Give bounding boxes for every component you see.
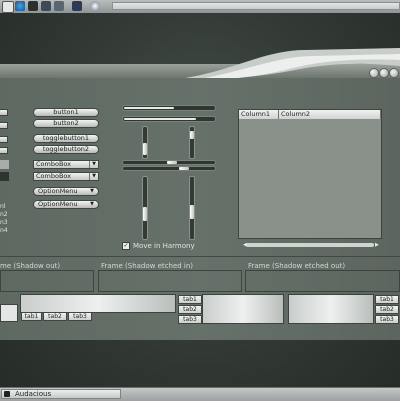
browser-icon[interactable] [15,1,25,11]
titlebar-decoration [185,48,400,80]
combobox-2-value: ComboBox [36,172,72,180]
scroll-right-icon[interactable]: ▶ [375,242,379,248]
left-stub-swatch [0,172,9,181]
left-stub-label: nl [0,203,6,210]
frame-shadow-out [0,270,94,292]
help-icon[interactable] [72,1,82,11]
files-icon[interactable] [2,1,14,13]
minimize-button[interactable] [369,68,379,78]
notebook-bottom-tab-2[interactable]: tab2 [43,312,67,321]
chevron-down-icon: ▼ [90,201,94,207]
chevron-down-icon: ▼ [90,188,94,194]
move-in-harmony-checkbox[interactable]: ✓ [122,242,130,250]
notebook-left-tab-2[interactable]: tab2 [178,305,202,314]
left-stub-label: n3 [0,219,8,226]
left-stub-swatch [0,160,9,169]
frame-shadow-out-label: me (Shadow out) [0,262,61,270]
optionmenu-2[interactable]: OptionMenu ▼ [33,200,99,209]
notebook-page-clipped [0,304,18,322]
left-stub-button[interactable] [0,136,8,143]
column-header-1[interactable]: Column1 [239,110,279,119]
mail-icon[interactable] [54,1,64,11]
media-icon[interactable] [41,1,51,11]
left-stub-button[interactable] [0,147,8,154]
combobox-1[interactable]: ComboBox ▼ [33,160,99,169]
togglebutton1[interactable]: togglebutton1 [33,134,99,143]
notebook-right-tab-2[interactable]: tab2 [375,305,399,314]
vertical-scale-2[interactable] [189,126,195,159]
vertical-scrollbar-2-thumb[interactable] [190,205,194,219]
close-button[interactable] [389,68,399,78]
togglebutton2[interactable]: togglebutton2 [33,145,99,154]
vertical-scale-2-knob[interactable] [190,131,194,139]
notebook-bottom-tab-1[interactable]: tab1 [21,312,42,321]
tree-view[interactable]: Column1 Column2 [238,109,382,239]
combobox-1-value: ComboBox [36,160,72,168]
optionmenu-2-value: OptionMenu [38,200,78,208]
combobox-2[interactable]: ComboBox ▼ [33,172,99,181]
left-stub-button[interactable] [0,109,8,116]
vertical-scale-1[interactable] [142,126,148,159]
vertical-scale-1-knob[interactable] [143,143,147,155]
settings-icon[interactable] [90,1,100,11]
terminal-icon[interactable] [28,1,38,11]
vertical-scrollbar-1-thumb[interactable] [143,207,147,221]
notebook-right-tab-1[interactable]: tab1 [375,295,399,304]
scale-4-knob[interactable] [179,167,189,170]
left-stub-label: n2 [0,211,8,218]
button2[interactable]: button2 [33,119,99,128]
left-stub-label: n4 [0,227,8,234]
notebook-left-tab-3[interactable]: tab3 [178,315,202,324]
optionmenu-1[interactable]: OptionMenu ▼ [33,187,99,196]
move-in-harmony-label: Move in Harmony [133,242,195,250]
notebook-right-tab-3[interactable]: tab3 [375,315,399,324]
maximize-button[interactable] [379,68,389,78]
frame-shadow-etched-in-label: Frame (Shadow etched in) [101,262,194,270]
frame-shadow-etched-out-label: Frame (Shadow etched out) [248,262,346,270]
taskbar-item-label: Audacious [15,390,52,398]
scroll-left-icon[interactable]: ◀ [243,242,247,248]
progress-fill [124,107,174,109]
left-stub-button[interactable] [0,122,8,129]
notebook-right-page [288,294,374,324]
notebook-bottom-page [20,294,176,313]
notebook-left-page [202,294,284,324]
app-icon [4,391,10,397]
frame-shadow-etched-out [245,270,400,292]
tree-horizontal-scrollbar[interactable] [246,243,374,247]
vertical-scrollbar-1[interactable] [142,176,148,240]
horizontal-progress-1 [122,105,216,111]
horizontal-scale-3[interactable] [122,160,216,165]
notebook-left-tab-1[interactable]: tab1 [178,295,202,304]
chevron-down-icon: ▼ [89,161,98,168]
scale-fill [124,118,196,120]
chevron-down-icon: ▼ [89,173,98,180]
top-panel [0,0,400,14]
taskbar-item-audacious[interactable]: Audacious [1,389,121,399]
optionmenu-1-value: OptionMenu [38,187,78,195]
panel-tray [112,2,400,10]
horizontal-scale-2[interactable] [122,116,216,122]
notebook-bottom-tab-3[interactable]: tab3 [68,312,92,321]
button1[interactable]: button1 [33,108,99,117]
horizontal-scale-4[interactable] [122,166,216,171]
frame-shadow-etched-in [98,270,242,292]
column-header-2[interactable]: Column2 [279,110,381,119]
section-divider [0,256,400,257]
scale-3-knob[interactable] [167,161,177,164]
vertical-scrollbar-2[interactable] [189,176,195,240]
